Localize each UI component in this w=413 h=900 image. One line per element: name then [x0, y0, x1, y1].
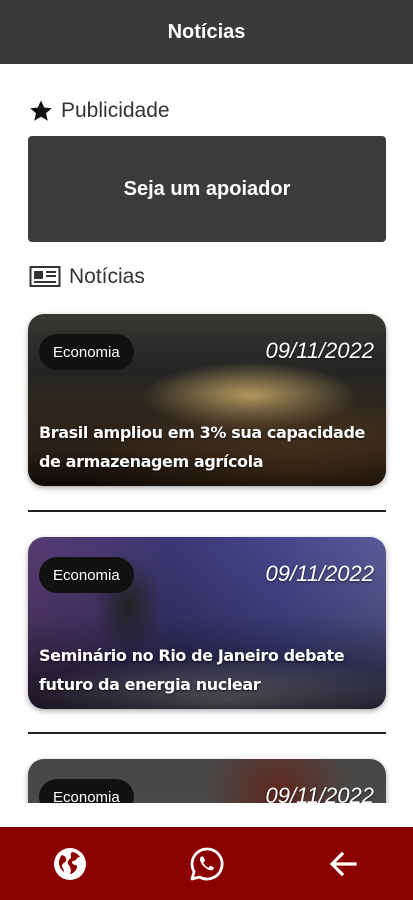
article-date: 09/11/2022 [265, 561, 374, 586]
whatsapp-button[interactable] [187, 844, 227, 884]
support-banner[interactable]: Seja um apoiador [28, 136, 386, 242]
app-bar: Notícias [0, 0, 413, 64]
whatsapp-icon [190, 847, 223, 880]
globe-button[interactable] [50, 844, 90, 884]
support-banner-label: Seja um apoiador [123, 177, 291, 200]
newspaper-icon [29, 265, 61, 289]
category-chip[interactable]: Economia [39, 557, 134, 593]
ads-section-title: Publicidade [61, 99, 170, 122]
article-headline: Seminário no Rio de Janeiro debate futur… [39, 646, 345, 694]
news-section-title: Notícias [69, 265, 145, 288]
category-chip[interactable]: Economia [39, 779, 134, 803]
news-card[interactable]: Economia 09/11/2022 Seminário no Rio de … [28, 537, 386, 709]
news-section-header: Notícias [29, 265, 145, 289]
globe-icon [54, 847, 86, 880]
news-card[interactable]: Economia 09/11/2022 [28, 759, 386, 803]
news-card[interactable]: Economia 09/11/2022 Brasil ampliou em 3%… [28, 314, 386, 486]
ads-section-header: Publicidade [29, 99, 170, 123]
page-title: Notícias [167, 20, 246, 43]
bottom-nav [0, 827, 413, 900]
divider [28, 510, 386, 512]
divider [28, 732, 386, 734]
article-date: 09/11/2022 [265, 783, 374, 803]
arrow-left-icon [329, 851, 357, 876]
article-headline: Brasil ampliou em 3% sua capacidade de a… [39, 423, 365, 471]
article-date: 09/11/2022 [265, 338, 374, 363]
category-chip[interactable]: Economia [39, 334, 134, 370]
back-button[interactable] [323, 844, 363, 884]
news-feed[interactable]: Economia 09/11/2022 Brasil ampliou em 3%… [0, 300, 413, 803]
star-icon [29, 99, 53, 123]
